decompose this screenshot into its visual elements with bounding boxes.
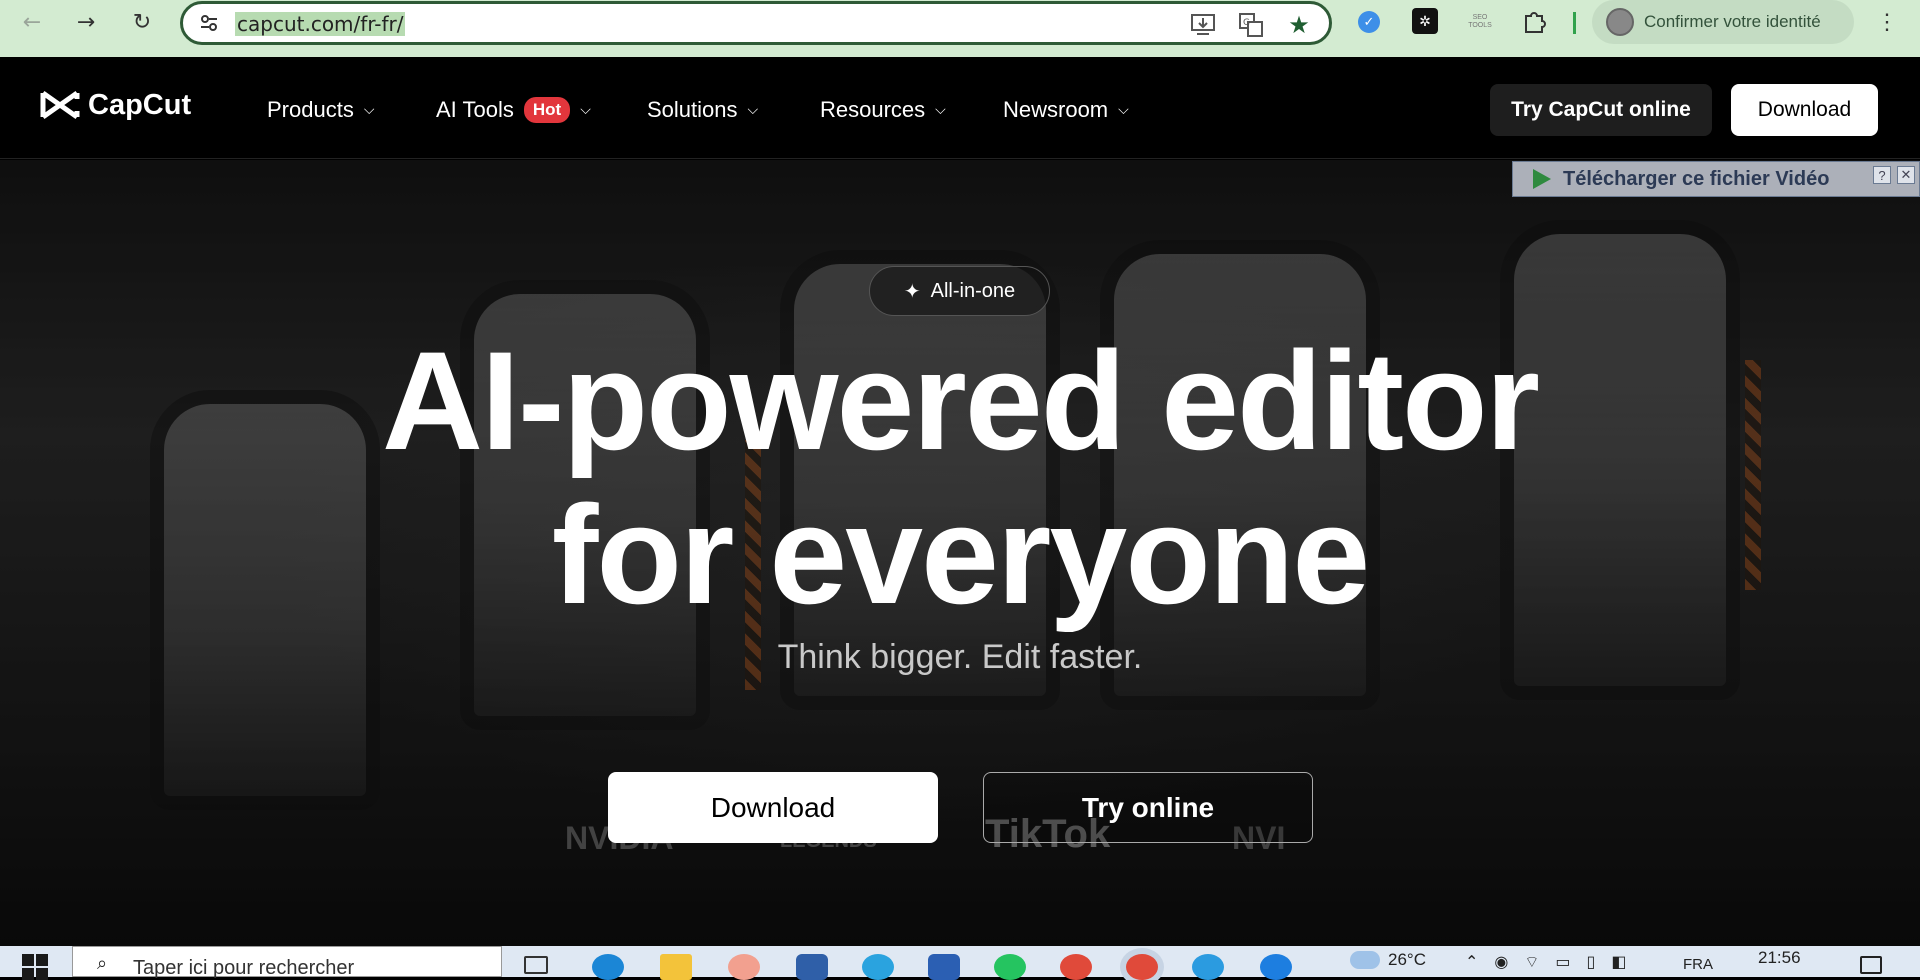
install-icon[interactable] — [1189, 11, 1217, 39]
app-icon[interactable] — [796, 954, 828, 980]
help-icon[interactable]: ? — [1873, 166, 1891, 184]
profile-label: Confirmer votre identité — [1644, 12, 1821, 31]
chevron-down-icon: ⌵ — [747, 102, 759, 118]
nav-newsroom-label: Newsroom — [1003, 97, 1109, 122]
nav-resources-label: Resources — [820, 97, 926, 122]
hero-headline-line-2: for everyone — [551, 476, 1370, 633]
svg-text:G: G — [1243, 18, 1250, 28]
site-info-icon[interactable] — [197, 11, 221, 35]
chevron-down-icon: ⌵ — [363, 102, 375, 118]
canva-icon[interactable] — [1192, 954, 1224, 980]
edge-icon[interactable] — [592, 954, 624, 980]
address-bar[interactable]: capcut.com/fr-fr/ G ★ — [180, 1, 1332, 45]
nav-solutions-label: Solutions — [647, 97, 738, 122]
hot-badge: Hot — [523, 97, 571, 123]
star-icon[interactable]: ★ — [1285, 11, 1313, 39]
url-text[interactable]: capcut.com/fr-fr/ — [235, 12, 406, 36]
notification-icon[interactable] — [1860, 956, 1882, 974]
task-view-icon[interactable] — [524, 956, 548, 974]
weather-temperature: 26°C — [1388, 950, 1426, 969]
logo-text: CapCut — [88, 88, 192, 121]
close-icon[interactable]: ✕ — [1897, 166, 1915, 184]
hero-headline-line-1: AI-powered editor — [381, 322, 1540, 479]
chrome-icon[interactable] — [1060, 954, 1092, 980]
nav-products-label: Products — [267, 97, 354, 122]
sparkle-icon: ✦ — [903, 279, 921, 303]
seo-tools-extension-icon[interactable]: SEO TOOLS — [1466, 8, 1494, 36]
hero-tagline: Think bigger. Edit faster. — [777, 638, 1143, 676]
header-download-button[interactable]: Download — [1731, 84, 1878, 136]
all-in-one-badge: ✦ All-in-one — [869, 266, 1050, 316]
input-language[interactable]: FRA — [1683, 956, 1713, 973]
chevron-down-icon: ⌵ — [1118, 102, 1129, 118]
capcut-logo[interactable]: CapCut — [40, 87, 191, 123]
chevron-down-icon: ⌵ — [580, 102, 591, 118]
hero-try-online-button[interactable]: Try online — [983, 772, 1313, 843]
reload-icon[interactable]: ↻ — [128, 8, 156, 36]
avatar — [1606, 8, 1634, 36]
clock-time[interactable]: 21:56 — [1758, 948, 1801, 968]
back-icon[interactable]: ← — [18, 8, 46, 36]
browser-toolbar: ← → ↻ capcut.com/fr-fr/ G ★ ✓ ✲ SEO TOOL… — [0, 0, 1920, 57]
translate-icon[interactable]: G — [1237, 11, 1265, 39]
windows-start-icon[interactable] — [22, 954, 48, 980]
play-icon — [1533, 169, 1551, 189]
hero-download-button[interactable]: Download — [608, 772, 938, 843]
nav-solutions[interactable]: Solutions ⌵ — [647, 95, 758, 125]
chrome-active-icon[interactable] — [1126, 954, 1158, 980]
chatgpt-extension-icon[interactable]: ✲ — [1412, 8, 1438, 34]
system-tray-icons[interactable]: ⌃◉⌔▭▯◧ — [1465, 952, 1642, 972]
site-header: CapCut Products ⌵ AI Tools Hot ⌵ Solutio… — [0, 57, 1920, 159]
toolbar-separator — [1573, 12, 1576, 34]
help-app-icon[interactable] — [1260, 954, 1292, 980]
forward-icon[interactable]: → — [72, 8, 100, 36]
hero-section: ✦ All-in-one AI-powered editor for every… — [0, 160, 1920, 946]
windows-taskbar: ⌕ Taper ici pour rechercher 26°C ⌃◉⌔▭▯◧ … — [0, 946, 1920, 980]
file-explorer-icon[interactable] — [660, 954, 692, 980]
telegram-icon[interactable] — [862, 954, 894, 980]
nav-ai-tools[interactable]: AI Tools Hot ⌵ — [436, 95, 591, 125]
nav-ai-tools-label: AI Tools — [436, 97, 514, 122]
profile-button[interactable]: Confirmer votre identité — [1592, 0, 1854, 44]
nav-resources[interactable]: Resources ⌵ — [820, 95, 946, 125]
paint-icon[interactable] — [728, 954, 760, 980]
verified-extension-icon[interactable]: ✓ — [1358, 11, 1380, 33]
nav-products[interactable]: Products ⌵ — [267, 95, 374, 125]
word-icon[interactable] — [928, 954, 960, 980]
video-download-widget[interactable]: Télécharger ce fichier Vidéo ? ✕ — [1512, 161, 1920, 197]
capcut-logo-icon — [40, 90, 80, 120]
taskbar-search-box[interactable]: ⌕ Taper ici pour rechercher — [72, 946, 502, 979]
try-capcut-online-button[interactable]: Try CapCut online — [1490, 84, 1712, 136]
kebab-icon[interactable]: ⋮ — [1876, 8, 1898, 36]
video-download-label[interactable]: Télécharger ce fichier Vidéo — [1563, 168, 1829, 191]
puzzle-icon[interactable] — [1520, 8, 1548, 36]
weather-widget[interactable]: 26°C — [1350, 950, 1426, 970]
search-icon: ⌕ — [97, 953, 108, 974]
whatsapp-icon[interactable] — [994, 954, 1026, 980]
all-in-one-label: All-in-one — [930, 279, 1016, 302]
cloud-icon — [1350, 951, 1380, 969]
nav-newsroom[interactable]: Newsroom ⌵ — [1003, 95, 1129, 125]
chevron-down-icon: ⌵ — [935, 102, 946, 118]
